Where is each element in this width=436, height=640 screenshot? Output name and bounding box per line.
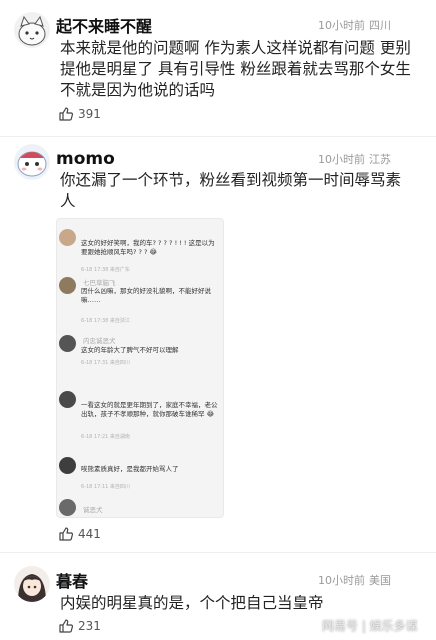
like-button[interactable]: 231 [58,618,101,634]
avatar [59,229,76,246]
comment-location: 美国 [369,574,391,587]
avatar [59,335,76,352]
embedded-comment-text: 这女的好好笑啊，我的车? ? ? ? ! ! ! 这是以为要跟她抢顺风车吗? ?… [81,239,215,256]
embedded-comment-meta: 6-18 17:38 来自浙江 [81,318,130,324]
embedded-comment: 内忠诚恶犬 这女的年龄大了脾气不好可以理解 6-18 17:31 来自四川 [57,333,223,377]
embedded-comment-username: 诚恶犬 [83,506,103,514]
avatar [59,391,76,408]
embedded-comment: 七巴草脑飞 因什么凶嘛，那女的好没礼貌啊，不能好好说嘛…… 6-18 17:38… [57,275,223,327]
comment-text: 本来就是他的问题啊 作为素人这样说都有问题 更别提他是明星了 具有引导性 粉丝跟… [60,39,411,99]
thumbs-up-icon [59,619,74,633]
avatar [59,277,76,294]
embedded-comment-text: 一看这女的就是更年期到了，家庭不幸福，老公出轨，孩子不孝顺那种，就你那破车谁稀罕… [81,401,218,418]
like-count: 391 [78,107,101,121]
cartoon-character-avatar-icon[interactable] [14,144,50,180]
embedded-comment-text: 因什么凶嘛，那女的好没礼貌啊，不能好好说嘛…… [81,287,211,304]
comment-time: 10小时前 [318,574,365,587]
comment-meta: 10小时前 四川 [318,17,391,33]
comment-1: 起不来睡不醒 10小时前 四川 本来就是他的问题啊 作为素人这样说都有问题 更别提… [0,0,436,140]
embedded-comment-meta: 6-18 17:11 来自四川 [81,484,130,490]
embedded-comment-meta: 6-18 17:38 来自广东 [81,267,130,273]
comment-text: 你还漏了一个环节，粉丝看到视频第一时间辱骂素人 [60,171,402,210]
embedded-comment-username: 七巴草脑飞 [83,279,116,287]
embedded-comment-meta: 6-18 17:21 来自湖南 [81,434,130,440]
username[interactable]: 起不来睡不醒 [56,13,152,37]
embedded-comment: 唉熊素质真好，是我都开始骂人了 6-18 17:11 来自四川 [57,455,223,495]
embedded-comment: 一看这女的就是更年期到了，家庭不幸福，老公出轨，孩子不孝顺那种，就你那破车谁稀罕… [57,379,223,440]
avatar [59,499,76,516]
embedded-comment: 诚恶犬 [57,499,223,517]
watermark: 网易号 | 娱乐多谋 [322,619,418,633]
divider [0,552,436,553]
embedded-comment-text: 唉熊素质真好，是我都开始骂人了 [81,465,179,473]
divider [0,136,436,137]
like-count: 231 [78,619,101,633]
comment-location: 四川 [369,19,391,32]
comment-time: 10小时前 [318,19,365,32]
embedded-comment-text: 这女的年龄大了脾气不好可以理解 [81,346,179,354]
embedded-comment-username: 内忠诚恶犬 [83,337,116,345]
comment-location: 江苏 [369,153,391,166]
like-count: 441 [78,527,101,541]
avatar [59,457,76,474]
username[interactable]: momo [56,149,115,169]
comment-meta: 10小时前 美国 [318,572,391,588]
cartoon-cat-avatar-icon[interactable] [14,12,50,48]
comment-meta: 10小时前 江苏 [318,151,391,167]
thumbs-up-icon [59,107,74,121]
anime-girl-avatar-icon[interactable] [14,566,50,602]
embedded-screenshot[interactable]: 这女的好好笑啊，我的车? ? ? ? ! ! ! 这是以为要跟她抢顺风车吗? ?… [56,218,224,518]
embedded-comment-meta: 6-18 17:31 来自四川 [81,360,130,366]
username[interactable]: 暮春 [56,568,88,592]
embedded-comment: 这女的好好笑啊，我的车? ? ? ? ! ! ! 这是以为要跟她抢顺风车吗? ?… [57,225,223,273]
like-button[interactable]: 391 [58,106,101,122]
thumbs-up-icon [59,527,74,541]
comment-text: 内娱的明星真的是，个个把自己当皇帝 [60,594,324,612]
like-button[interactable]: 441 [58,526,101,542]
comment-time: 10小时前 [318,153,365,166]
